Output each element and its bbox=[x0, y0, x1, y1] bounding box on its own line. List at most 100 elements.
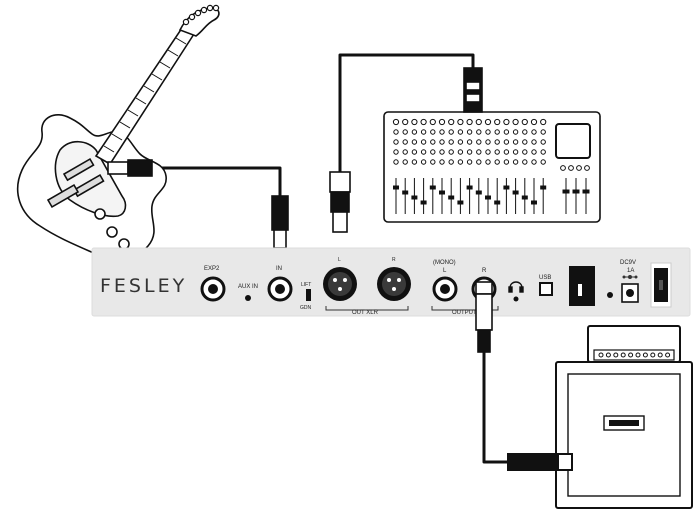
mixer-xlr-connector-band bbox=[465, 81, 481, 91]
mixer-knob bbox=[448, 159, 454, 165]
mixing-console bbox=[383, 67, 601, 223]
mixer-fader-cap bbox=[393, 185, 399, 190]
output-label: OUTPUT bbox=[452, 310, 477, 316]
mixer-knob bbox=[457, 139, 464, 145]
amp-knob bbox=[642, 352, 648, 358]
mixer-knob bbox=[466, 159, 473, 165]
mixer-knob bbox=[494, 129, 500, 135]
mixer-knob bbox=[420, 139, 427, 145]
mixer-fader-cap bbox=[402, 190, 409, 195]
dc-label: DC9V bbox=[620, 260, 636, 266]
fesley-device-panel: FESLEY EXP2 AUX IN IN LIFT GDN L R OUT X… bbox=[91, 247, 691, 317]
mixer-fader-cap bbox=[512, 190, 519, 195]
mixer-knob bbox=[476, 149, 482, 155]
mixer-knob bbox=[457, 159, 464, 165]
amp-cable bbox=[482, 352, 508, 464]
mixer-xlr-connector-band bbox=[465, 93, 481, 103]
mixer-knob bbox=[430, 159, 436, 165]
mixer-knob bbox=[402, 139, 408, 145]
mixer-fader-cap bbox=[521, 195, 528, 200]
mixer-knob bbox=[457, 149, 464, 155]
mixer-knob bbox=[531, 129, 537, 135]
mixer-fader-cap bbox=[494, 200, 501, 205]
mixer-knob bbox=[411, 118, 418, 126]
mixer-knob bbox=[393, 159, 399, 165]
mixer-knob bbox=[540, 118, 547, 126]
mixer-knob bbox=[420, 159, 427, 165]
mixer-knob bbox=[522, 139, 528, 145]
amp-cabinet-inner bbox=[567, 373, 681, 497]
gnd-label: GDN bbox=[300, 305, 312, 311]
mixer-fader-cap bbox=[429, 185, 436, 190]
mixer-knob bbox=[512, 149, 519, 155]
mixer-knob bbox=[512, 139, 519, 145]
amp-knob bbox=[598, 352, 604, 358]
mixer-knob bbox=[420, 118, 427, 126]
exp-label: EXP2 bbox=[204, 266, 220, 272]
dc-amp-label: 1A bbox=[627, 268, 634, 274]
mixer-knob bbox=[411, 149, 418, 155]
mixer-knob bbox=[476, 139, 482, 145]
mixer-knob bbox=[494, 149, 500, 155]
mixer-knob bbox=[512, 118, 519, 126]
mixer-knob bbox=[485, 159, 491, 165]
mixer-knob bbox=[531, 159, 537, 165]
usb-label: USB bbox=[539, 275, 551, 281]
mixer-knob bbox=[476, 159, 482, 165]
mixer-knob bbox=[475, 118, 482, 126]
guitar-cable bbox=[150, 166, 282, 196]
mixer-knob bbox=[522, 129, 528, 135]
mixer-knob bbox=[402, 159, 408, 165]
amp-knob bbox=[620, 352, 626, 358]
mixer-knob bbox=[411, 139, 418, 145]
mixer-knob bbox=[485, 129, 491, 135]
mixer-knob bbox=[457, 129, 464, 135]
mixer-master-fader-cap bbox=[582, 189, 590, 194]
mixer-fader-cap bbox=[411, 195, 418, 200]
mixer-master-fader-cap bbox=[562, 189, 570, 194]
mixer-knob bbox=[411, 129, 418, 135]
guitar-cable-connector bbox=[127, 159, 153, 177]
mixer-knob bbox=[503, 139, 510, 145]
mixer-knob bbox=[531, 139, 537, 145]
mixer-fader-cap bbox=[420, 200, 427, 205]
mixer-knob bbox=[466, 118, 473, 126]
mixer-knob bbox=[439, 129, 445, 135]
mixer-knob bbox=[402, 149, 408, 155]
mixer-knob bbox=[430, 129, 436, 135]
aux-in-jack bbox=[245, 295, 251, 301]
mixer-knob bbox=[466, 139, 473, 145]
amp-knob bbox=[605, 352, 611, 358]
mixer-fader-cap bbox=[439, 190, 445, 195]
mixer-knob bbox=[420, 129, 427, 135]
mixer-knob bbox=[392, 118, 400, 126]
amplifier-illustration bbox=[507, 325, 693, 509]
mixer-master-fader-cap bbox=[572, 189, 580, 194]
amp-knob bbox=[657, 352, 663, 358]
mixer-knob bbox=[448, 129, 454, 135]
mixer-knob bbox=[503, 118, 510, 126]
amp-knob bbox=[628, 352, 634, 358]
in-label: IN bbox=[276, 266, 282, 272]
mixer-knob bbox=[439, 139, 445, 145]
out-xlr-label: OUT XLR bbox=[352, 310, 379, 316]
mono-label: (MONO) bbox=[433, 260, 456, 266]
mixer-knob bbox=[439, 149, 445, 155]
xlr-r-label: R bbox=[392, 257, 396, 263]
mixer-fader-cap bbox=[448, 195, 455, 200]
mixer-knob bbox=[540, 159, 546, 165]
xlr-out-connector-body bbox=[330, 191, 350, 213]
mixer-knob bbox=[402, 118, 409, 126]
mixer-knob bbox=[522, 149, 528, 155]
mixer-knob bbox=[393, 129, 399, 135]
mixer-knob bbox=[393, 149, 399, 155]
mixer-knob bbox=[494, 159, 500, 165]
mixer-knob bbox=[430, 149, 436, 155]
amp-knob bbox=[635, 352, 641, 358]
mixer-knob bbox=[476, 129, 482, 135]
device-top-connectors bbox=[271, 171, 351, 249]
mixer-fader-cap bbox=[531, 200, 537, 205]
xlr-out-connector bbox=[329, 171, 351, 193]
mixer-knob bbox=[485, 149, 491, 155]
mixer-knob bbox=[402, 129, 408, 135]
